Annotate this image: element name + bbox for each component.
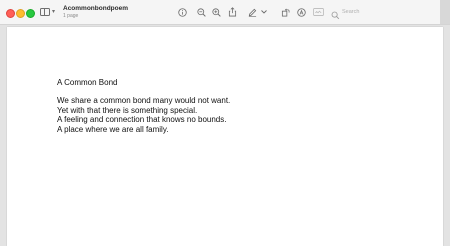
share-icon[interactable]: [226, 6, 238, 18]
info-icon[interactable]: [176, 6, 188, 18]
poem-line: A place where we are all family.: [57, 124, 169, 134]
poem-line: Yet with that there is something special…: [57, 105, 198, 115]
document-page-count: 1 page: [63, 13, 79, 19]
poem-line: We share a common bond many would not wa…: [57, 96, 231, 105]
zoom-out-icon[interactable]: [195, 6, 207, 18]
search-placeholder: Search: [342, 9, 360, 15]
close-window-button[interactable]: [6, 9, 15, 18]
document-canvas[interactable]: A Common Bond We share a common bond man…: [0, 25, 450, 246]
pdf-page[interactable]: A Common Bond We share a common bond man…: [7, 27, 443, 246]
maximize-window-button[interactable]: [26, 9, 35, 18]
document-title: Acommonbondpoem: [63, 5, 128, 12]
minimize-window-button[interactable]: [16, 9, 25, 18]
markup-chevron-icon[interactable]: [260, 6, 268, 18]
search-icon: [331, 7, 341, 20]
sidebar-icon[interactable]: [40, 8, 50, 16]
poem-line: A feeling and connection that knows no b…: [57, 115, 227, 124]
form-icon[interactable]: [312, 6, 324, 18]
poem-title: A Common Bond: [57, 78, 118, 87]
preview-window: ▾ Acommonbondpoem 1 page Search A Common…: [0, 0, 450, 246]
toolbar-edge: [440, 0, 450, 24]
search-field[interactable]: Search: [331, 7, 371, 20]
title-bar: ▾ Acommonbondpoem 1 page Search: [0, 0, 450, 25]
annotate-icon[interactable]: [295, 6, 307, 18]
chevron-down-icon[interactable]: ▾: [52, 8, 55, 16]
poem-body: We share a common bond many would not wa…: [57, 96, 230, 134]
rotate-icon[interactable]: [279, 6, 291, 18]
zoom-in-icon[interactable]: [210, 6, 222, 18]
markup-pen-icon[interactable]: [246, 6, 258, 18]
